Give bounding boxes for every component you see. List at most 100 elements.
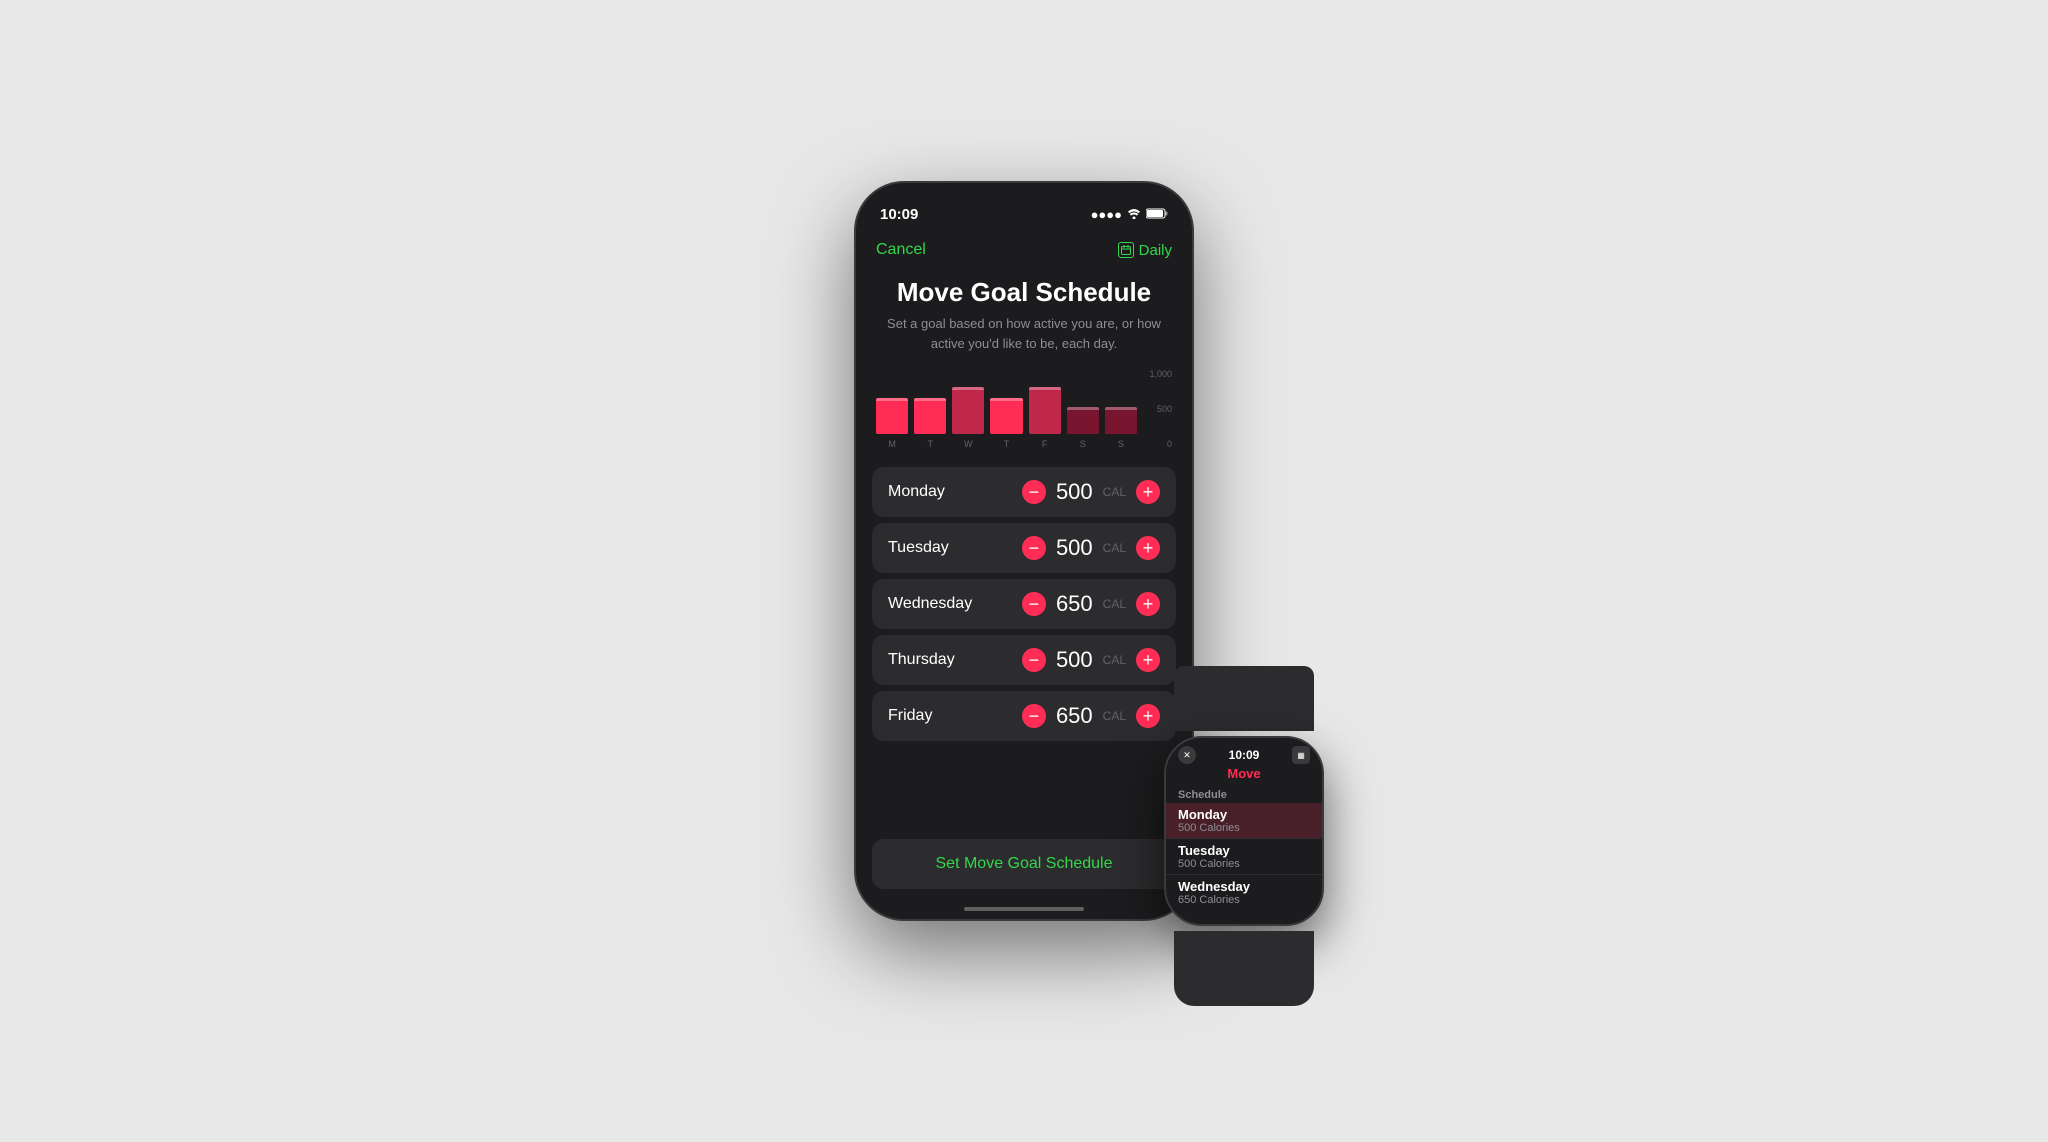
page-subtitle: Set a goal based on how active you are, … — [876, 314, 1172, 353]
cal-value: 500 — [1056, 647, 1093, 673]
home-indicator — [964, 907, 1084, 911]
watch-screen: ✕ 10:09 ▦ Move Schedule Monday 500 Calor… — [1166, 738, 1322, 924]
daily-button[interactable]: Daily — [1118, 242, 1172, 259]
chart-y-labels: 1,000 500 0 — [1149, 369, 1172, 449]
apple-watch: ✕ 10:09 ▦ Move Schedule Monday 500 Calor… — [1134, 671, 1354, 951]
watch-status-bar: ✕ 10:09 ▦ — [1166, 738, 1322, 766]
chart-bar-t1 — [914, 398, 946, 434]
decrement-button[interactable]: − — [1022, 480, 1046, 504]
chart-bars: MTWTFSS — [876, 369, 1137, 449]
nav-bar: Cancel Daily — [856, 233, 1192, 267]
cal-value: 500 — [1056, 535, 1093, 561]
wifi-icon — [1127, 207, 1141, 222]
set-schedule-button[interactable]: Set Move Goal Schedule — [872, 839, 1176, 889]
chart-bar-w2 — [952, 387, 984, 434]
day-name: Tuesday — [888, 539, 1022, 557]
watch-menu-button[interactable]: ▦ — [1292, 746, 1310, 764]
increment-button[interactable]: + — [1136, 480, 1160, 504]
day-controls: − 500 CAL + — [1022, 535, 1160, 561]
watch-item-day: Wednesday — [1178, 879, 1310, 894]
battery-icon — [1146, 207, 1168, 222]
day-row: Tuesday − 500 CAL + — [872, 523, 1176, 573]
chart-day-col: M — [876, 398, 908, 449]
day-controls: − 650 CAL + — [1022, 591, 1160, 617]
chart-day-label: T — [1004, 439, 1010, 449]
day-name: Thursday — [888, 651, 1022, 669]
day-controls: − 500 CAL + — [1022, 479, 1160, 505]
cal-unit: CAL — [1103, 485, 1126, 499]
chart-day-label: W — [964, 439, 973, 449]
chart-day-label: S — [1080, 439, 1086, 449]
chart-day-col: W — [952, 387, 984, 449]
daily-label: Daily — [1139, 242, 1172, 259]
chart-y-label-top: 1,000 — [1149, 369, 1172, 379]
chart-container: M T W T F S S 1,000 500 0 — [856, 359, 1192, 459]
cal-unit: CAL — [1103, 653, 1126, 667]
cal-unit: CAL — [1103, 541, 1126, 555]
watch-list-item[interactable]: Tuesday 500 Calories — [1166, 838, 1322, 874]
chart-bar-t3 — [990, 398, 1022, 434]
status-time: 10:09 — [880, 206, 918, 223]
chart-day-label: M — [888, 439, 896, 449]
day-name: Monday — [888, 483, 1022, 501]
watch-list-item[interactable]: Monday 500 Calories — [1166, 803, 1322, 838]
menu-icon: ▦ — [1297, 751, 1305, 760]
increment-button[interactable]: + — [1136, 592, 1160, 616]
watch-item-day: Monday — [1178, 807, 1310, 822]
day-row: Monday − 500 CAL + — [872, 467, 1176, 517]
day-controls: − 500 CAL + — [1022, 647, 1160, 673]
chart-day-col: S — [1105, 407, 1137, 449]
cal-unit: CAL — [1103, 597, 1126, 611]
chart-day-col: S — [1067, 407, 1099, 449]
watch-move-label: Move — [1166, 766, 1322, 785]
page-heading: Move Goal Schedule Set a goal based on h… — [856, 267, 1192, 359]
signal-icon: ●●●● — [1091, 207, 1122, 222]
day-name: Friday — [888, 707, 1022, 725]
calendar-icon — [1118, 242, 1134, 258]
chart-bar-m0 — [876, 398, 908, 434]
chart-y-label-bottom: 0 — [1149, 439, 1172, 449]
watch-time: 10:09 — [1229, 748, 1260, 762]
chart-day-label: T — [927, 439, 933, 449]
scene: 10:09 ●●●● — [674, 161, 1374, 981]
chart-day-label: F — [1042, 439, 1048, 449]
day-row: Friday − 650 CAL + — [872, 691, 1176, 741]
decrement-button[interactable]: − — [1022, 648, 1046, 672]
chart-bar-f4 — [1029, 387, 1061, 434]
chart-day-col: F — [1029, 387, 1061, 449]
cal-unit: CAL — [1103, 709, 1126, 723]
watch-close-button[interactable]: ✕ — [1178, 746, 1196, 764]
cal-value: 650 — [1056, 703, 1093, 729]
chart-day-col: T — [990, 398, 1022, 449]
chart-y-label-mid: 500 — [1149, 404, 1172, 414]
watch-item-calories: 500 Calories — [1178, 822, 1310, 834]
increment-button[interactable]: + — [1136, 648, 1160, 672]
increment-button[interactable]: + — [1136, 536, 1160, 560]
cal-value: 500 — [1056, 479, 1093, 505]
chart-day-col: T — [914, 398, 946, 449]
status-bar: 10:09 ●●●● — [856, 183, 1192, 233]
day-row: Wednesday − 650 CAL + — [872, 579, 1176, 629]
watch-schedule-label: Schedule — [1166, 785, 1322, 803]
watch-stack: ✕ 10:09 ▦ Move Schedule Monday 500 Calor… — [1134, 671, 1354, 1001]
day-name: Wednesday — [888, 595, 1022, 613]
watch-list: Monday 500 Calories Tuesday 500 Calories… — [1166, 803, 1322, 910]
watch-item-calories: 500 Calories — [1178, 858, 1310, 870]
chart-bar-s5 — [1067, 407, 1099, 434]
cancel-button[interactable]: Cancel — [876, 241, 926, 259]
status-icons: ●●●● — [1091, 207, 1168, 222]
watch-band-top — [1174, 666, 1314, 731]
watch-item-day: Tuesday — [1178, 843, 1310, 858]
watch-list-item[interactable]: Wednesday 650 Calories — [1166, 874, 1322, 910]
decrement-button[interactable]: − — [1022, 704, 1046, 728]
day-row: Thursday − 500 CAL + — [872, 635, 1176, 685]
chart-day-label: S — [1118, 439, 1124, 449]
close-icon: ✕ — [1183, 750, 1191, 761]
chart-bar-s6 — [1105, 407, 1137, 434]
watch-body: ✕ 10:09 ▦ Move Schedule Monday 500 Calor… — [1164, 736, 1324, 926]
decrement-button[interactable]: − — [1022, 536, 1046, 560]
watch-item-calories: 650 Calories — [1178, 894, 1310, 906]
decrement-button[interactable]: − — [1022, 592, 1046, 616]
page-title: Move Goal Schedule — [876, 277, 1172, 308]
watch-band-bottom — [1174, 931, 1314, 1006]
